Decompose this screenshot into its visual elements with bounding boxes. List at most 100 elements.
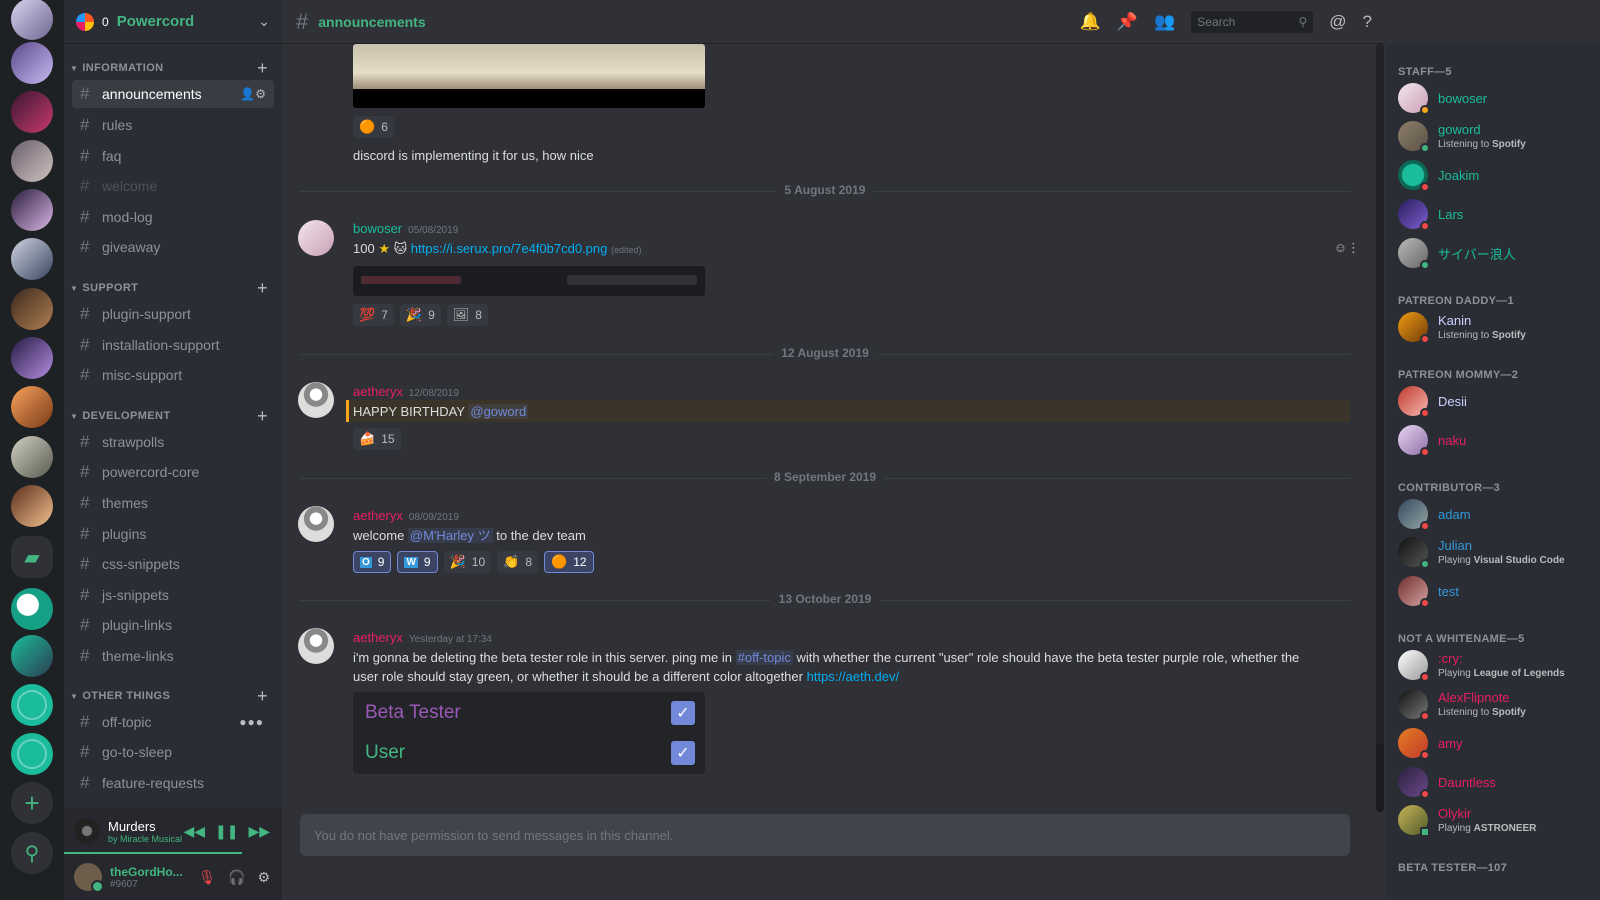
server-icon[interactable]	[11, 436, 53, 478]
channel-go-to-sleep[interactable]: # go-to-sleep	[72, 738, 274, 766]
add-reaction-icon[interactable]: ☺⋮	[1334, 240, 1360, 256]
channel-plugins[interactable]: # plugins	[72, 520, 274, 548]
channel-js-snippets[interactable]: # js-snippets	[72, 581, 274, 609]
author-name[interactable]: bowoser	[353, 221, 402, 236]
channel-css-snippets[interactable]: # css-snippets	[72, 550, 274, 578]
guild-header[interactable]: 0 Powercord ⌄	[64, 0, 282, 44]
reaction[interactable]: 👏 8	[497, 551, 539, 573]
reaction[interactable]: 💯 7	[353, 304, 394, 326]
channel-plugin-support[interactable]: # plugin-support	[72, 300, 274, 328]
reaction[interactable]: O9	[353, 551, 392, 573]
user-mention[interactable]: @goword	[468, 404, 529, 419]
chevron-down-icon[interactable]: ⌄	[258, 13, 270, 30]
channel-welcome[interactable]: # welcome	[72, 172, 274, 200]
channel-mention[interactable]: #off-topic	[735, 650, 793, 665]
reaction[interactable]: 🖼 8	[446, 304, 488, 326]
server-icon[interactable]	[11, 0, 53, 40]
member-item[interactable]: goword Listening to Spotify	[1398, 118, 1594, 154]
channel-themes[interactable]: # themes	[72, 489, 274, 517]
server-icon[interactable]	[11, 238, 53, 280]
avatar[interactable]	[298, 628, 334, 664]
scrollbar-thumb[interactable]	[1376, 744, 1384, 812]
member-item[interactable]: Julian Playing Visual Studio Code	[1398, 534, 1594, 570]
folder-icon[interactable]: ▰	[11, 536, 53, 578]
channel-rules[interactable]: # rules	[72, 111, 274, 139]
server-icon[interactable]	[11, 288, 53, 330]
gear-icon[interactable]: ⚙	[257, 869, 270, 886]
channel-faq[interactable]: # faq	[72, 142, 274, 170]
member-item[interactable]: test	[1398, 573, 1594, 609]
author-name[interactable]: aetheryx	[353, 508, 403, 523]
add-channel-icon[interactable]: +	[257, 58, 268, 79]
member-item[interactable]: サイバー浪人	[1398, 235, 1594, 271]
avatar[interactable]	[298, 382, 334, 418]
pin-icon[interactable]: 📌	[1117, 12, 1138, 32]
server-icon[interactable]	[11, 91, 53, 133]
mention-icon[interactable]: @	[1329, 12, 1346, 32]
channel-plugin-links[interactable]: # plugin-links	[72, 611, 274, 639]
headphones-icon[interactable]: 🎧	[228, 869, 245, 886]
roles-image-embed[interactable]: Beta Tester ✓ User ✓	[353, 692, 705, 774]
avatar[interactable]	[298, 220, 334, 256]
reaction[interactable]: 🎉 9	[399, 304, 441, 326]
category-development[interactable]: ▼ DEVELOPMENT +	[64, 406, 282, 426]
add-channel-icon[interactable]: +	[257, 686, 268, 707]
add-server-icon[interactable]: +	[11, 782, 53, 824]
server-icon[interactable]	[11, 337, 53, 379]
add-channel-icon[interactable]: +	[257, 278, 268, 299]
server-icon[interactable]	[11, 485, 53, 527]
channel-misc-support[interactable]: # misc-support	[72, 361, 274, 389]
reaction[interactable]: 🍰 15	[353, 428, 401, 450]
reaction[interactable]: 🟠 12	[544, 551, 594, 573]
member-item[interactable]: bowoser	[1398, 80, 1594, 116]
channel-announcements[interactable]: # announcements 👤⚙	[72, 80, 274, 108]
message-link[interactable]: https://i.serux.pro/7e4f0b7cd0.png	[411, 241, 608, 256]
server-icon[interactable]	[11, 189, 53, 231]
server-icon[interactable]	[11, 684, 53, 726]
reaction[interactable]: 🎉 10	[443, 551, 492, 573]
explore-search-icon[interactable]: ⚲	[11, 832, 53, 874]
author-name[interactable]: aetheryx	[353, 384, 403, 399]
invite-settings-icons[interactable]: 👤⚙	[240, 87, 266, 101]
image-embed[interactable]	[353, 266, 705, 296]
server-icon[interactable]	[11, 733, 53, 775]
channel-theme-links[interactable]: # theme-links	[72, 642, 274, 670]
member-item[interactable]: Olykir Playing ASTRONEER	[1398, 802, 1594, 838]
member-item[interactable]: Kanin Listening to Spotify	[1398, 309, 1594, 345]
category-information[interactable]: ▼ INFORMATION +	[64, 58, 282, 78]
message-link[interactable]: https://aeth.dev/	[807, 669, 900, 684]
avatar[interactable]	[74, 863, 104, 893]
server-icon[interactable]	[11, 386, 53, 428]
member-item[interactable]: AlexFlipnote Listening to Spotify	[1398, 686, 1594, 722]
add-channel-icon[interactable]: +	[257, 406, 268, 427]
mute-mic-icon[interactable]: 🎙	[198, 869, 216, 886]
channel-giveaway[interactable]: # giveaway	[72, 233, 274, 261]
channel-installation-support[interactable]: # installation-support	[72, 331, 274, 359]
members-icon[interactable]: 👥	[1154, 12, 1175, 32]
user-mention[interactable]: @M'Harley ツ	[407, 528, 493, 543]
avatar[interactable]	[298, 506, 334, 542]
channel-feature-requests[interactable]: # feature-requests	[72, 769, 274, 797]
pause-icon[interactable]: ❚❚	[215, 823, 238, 840]
category-other-things[interactable]: ▼ OTHER THINGS +	[64, 686, 282, 706]
help-icon[interactable]: ?	[1363, 12, 1372, 32]
server-icon[interactable]	[11, 42, 53, 84]
channel-strawpolls[interactable]: # strawpolls	[72, 428, 274, 456]
member-item[interactable]: Dauntless	[1398, 764, 1594, 800]
next-track-icon[interactable]: ▶▶	[248, 823, 270, 840]
server-icon[interactable]	[11, 140, 53, 182]
previous-track-icon[interactable]: ◀◀	[183, 823, 205, 840]
channel-powercord-core[interactable]: # powercord-core	[72, 458, 274, 486]
image-embed[interactable]	[353, 44, 705, 108]
search-input[interactable]: Search ⚲	[1191, 11, 1314, 33]
bell-icon[interactable]: 🔔	[1080, 12, 1101, 32]
author-name[interactable]: aetheryx	[353, 630, 403, 645]
server-icon[interactable]	[11, 635, 53, 677]
scrollbar[interactable]	[1376, 44, 1384, 812]
member-item[interactable]: adam	[1398, 496, 1594, 532]
member-item[interactable]: Desii	[1398, 383, 1594, 419]
channel-off-topic[interactable]: # off-topic ●●●	[72, 708, 274, 736]
message-list[interactable]: 🟠 6 discord is implementing it for us, ho…	[282, 44, 1372, 820]
reaction[interactable]: W9	[397, 551, 438, 573]
member-item[interactable]: Joakim	[1398, 157, 1594, 193]
